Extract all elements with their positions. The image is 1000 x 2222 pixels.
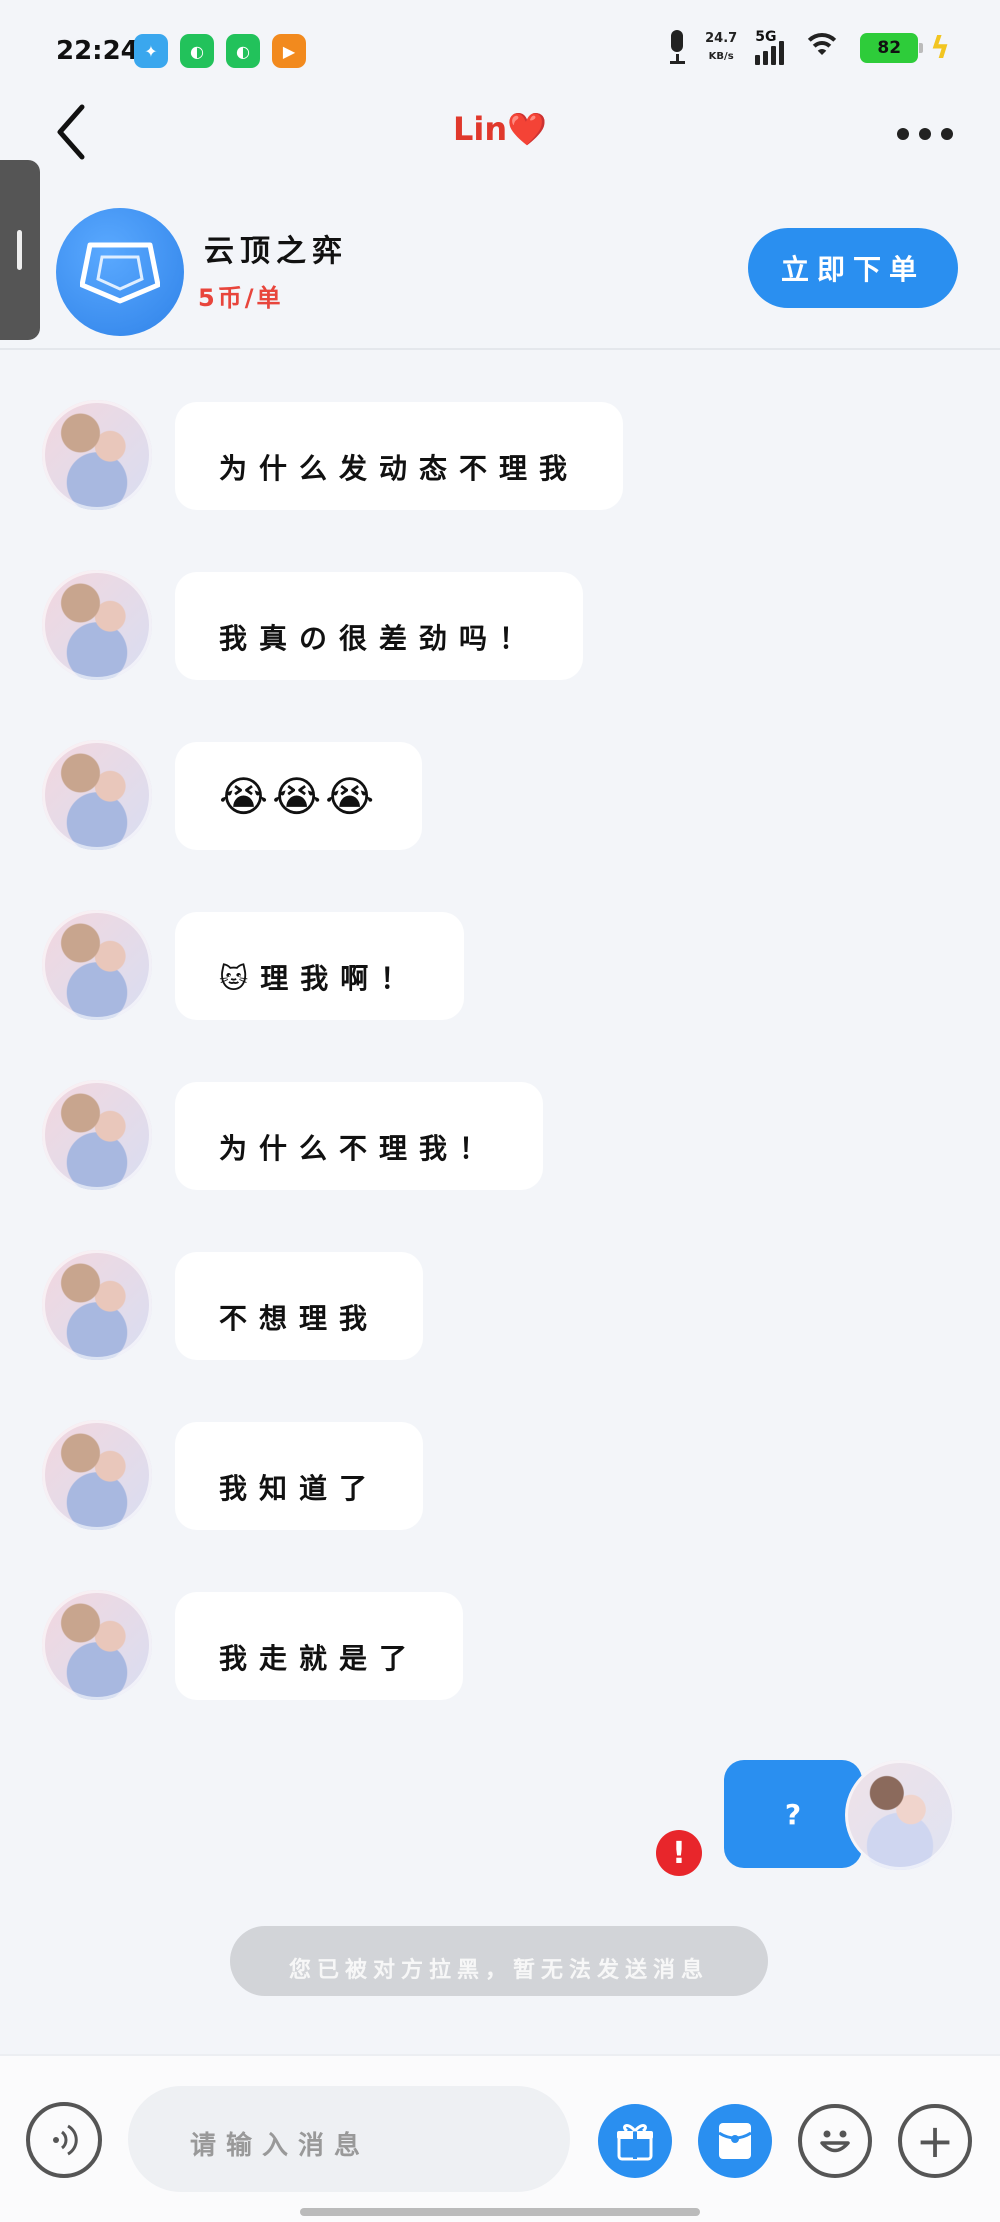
contact-avatar[interactable]	[42, 1420, 152, 1530]
message-row: 我真の很差劲吗！	[0, 570, 1000, 680]
message-bubble[interactable]: 我知道了	[175, 1422, 424, 1530]
red-packet-button[interactable]	[698, 2104, 772, 2178]
network-speed: 24.7 KB/s	[705, 30, 737, 66]
message-bubble[interactable]: 我真の很差劲吗！	[175, 572, 584, 680]
microphone-icon	[667, 30, 687, 66]
contact-avatar[interactable]	[42, 570, 152, 680]
voice-input-button[interactable]	[26, 2102, 102, 2178]
message-bubble[interactable]: 🐱理我啊！	[175, 912, 465, 1020]
notification-icons: ✦ ◐ ◐ ▶	[134, 34, 306, 68]
contact-avatar[interactable]	[42, 1590, 152, 1700]
battery-icon: 82	[860, 33, 924, 63]
system-indicators: 24.7 KB/s 5G 82 ϟ	[667, 29, 950, 66]
blocked-notice: 您已被对方拉黑，暂无法发送消息	[230, 1926, 768, 1996]
contact-avatar[interactable]	[42, 1080, 152, 1190]
network-type: 5G	[755, 29, 777, 45]
red-packet-icon	[718, 2123, 752, 2159]
battery-level: 82	[877, 38, 902, 58]
cellular-signal-icon: 5G	[755, 29, 785, 65]
contact-avatar[interactable]	[42, 1250, 152, 1360]
network-speed-value: 24.7	[705, 31, 738, 46]
dot-icon	[897, 128, 909, 140]
voice-icon	[53, 2124, 78, 2156]
sent-message-bubble[interactable]: ?	[724, 1760, 862, 1868]
home-indicator[interactable]	[300, 2208, 700, 2216]
emoji-button[interactable]	[798, 2104, 872, 2178]
status-time: 22:24	[56, 36, 139, 66]
smiley-icon	[820, 2130, 850, 2153]
message-row: 不想理我	[0, 1250, 1000, 1360]
message-bubble[interactable]: 为什么不理我！	[175, 1082, 544, 1190]
charging-icon: ϟ	[930, 30, 950, 66]
message-bubble[interactable]: 我走就是了	[175, 1592, 464, 1700]
dot-icon	[941, 128, 953, 140]
game-logo-icon	[56, 208, 184, 336]
message-row: 我知道了	[0, 1420, 1000, 1530]
service-card: 云顶之弈 5币/单 立即下单	[0, 200, 1000, 350]
sent-message-row: ! ?	[0, 1760, 1000, 1880]
message-row: 🐱理我啊！	[0, 910, 1000, 1020]
service-name: 云顶之弈	[204, 234, 348, 269]
status-bar: 22:24 ✦ ◐ ◐ ▶ 24.7 KB/s 5G 82 ϟ	[0, 0, 1000, 90]
more-options-button[interactable]	[890, 114, 960, 154]
video-app-icon: ▶	[272, 34, 306, 68]
wifi-icon	[802, 31, 843, 65]
order-now-button[interactable]: 立即下单	[748, 228, 958, 308]
message-bubble[interactable]: 😭😭😭	[175, 742, 423, 850]
wechat-icon: ◐	[180, 34, 214, 68]
chat-title: Lin❤️	[453, 110, 547, 148]
dot-icon	[919, 128, 931, 140]
plus-icon: +	[915, 2114, 955, 2168]
message-row: 为什么不理我！	[0, 1080, 1000, 1190]
gift-button[interactable]	[598, 2104, 672, 2178]
message-row: 为什么发动态不理我	[0, 400, 1000, 510]
contact-avatar[interactable]	[42, 910, 152, 1020]
bird-app-icon: ✦	[134, 34, 168, 68]
message-input[interactable]	[128, 2086, 570, 2192]
user-avatar[interactable]	[845, 1760, 955, 1870]
message-row: 😭😭😭	[0, 740, 1000, 850]
service-price: 5币/单	[198, 284, 284, 312]
contact-avatar[interactable]	[42, 740, 152, 850]
send-failed-icon[interactable]: !	[656, 1830, 702, 1876]
message-bubble[interactable]: 不想理我	[175, 1252, 424, 1360]
gift-icon	[617, 2124, 653, 2161]
wechat-icon: ◐	[226, 34, 260, 68]
chat-header: Lin❤️	[0, 90, 1000, 200]
contact-avatar[interactable]	[42, 400, 152, 510]
more-actions-button[interactable]: +	[898, 2104, 972, 2178]
network-speed-unit: KB/s	[708, 51, 734, 62]
message-row: 我走就是了	[0, 1590, 1000, 1700]
message-bubble[interactable]: 为什么发动态不理我	[175, 402, 624, 510]
input-bar: +	[0, 2054, 1000, 2222]
